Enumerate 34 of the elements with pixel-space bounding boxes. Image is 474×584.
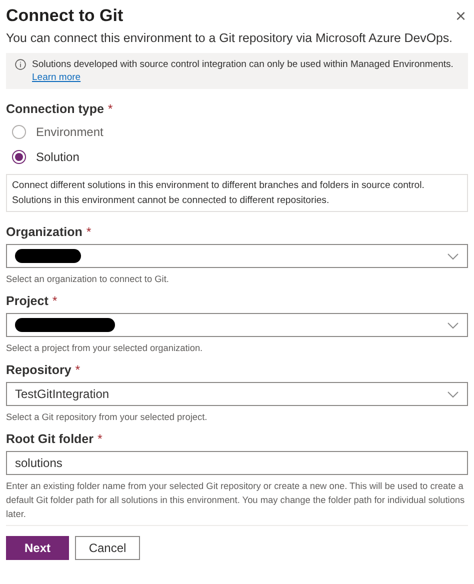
field-label: Project <box>6 293 48 309</box>
dialog-subtitle: You can connect this environment to a Git repository via Microsoft Azure DevOps. <box>6 30 454 47</box>
info-icon <box>15 59 26 70</box>
description-text: Connect different solutions in this environment to different branches and folders in source control. Solutions in this environment cannot be connected to different repositories. <box>12 179 426 208</box>
required-asterisk: * <box>108 101 113 117</box>
field-label: Organization <box>6 224 82 240</box>
field-hint: Select a project from your selected organization. <box>6 342 204 355</box>
learn-more-link[interactable]: Learn more <box>32 72 81 83</box>
radio-label: Environment <box>36 124 104 140</box>
field-hint: Select an organization to connect to Git. <box>6 273 170 286</box>
field-label: Connection type <box>6 101 104 117</box>
required-asterisk: * <box>98 431 102 447</box>
dropdown[interactable]: TestGitIntegration <box>6 382 468 406</box>
radio-label: Solution <box>36 149 80 165</box>
field-label: Root Git folder <box>6 431 94 447</box>
dialog-title: Connect to Git <box>6 5 124 27</box>
cancel-button[interactable]: Cancel <box>75 536 140 560</box>
close-button[interactable]: × <box>455 7 466 25</box>
field-hint: Enter an existing folder name from your selected Git repository or create a new one. This will be used to create a default Git folder path for all solutions in this environment. You may change the folder path for individual solutions later. <box>6 480 466 521</box>
next-button[interactable]: Next <box>6 536 69 560</box>
field-hint: Select a Git repository from your selected project. <box>6 411 208 424</box>
required-asterisk: * <box>52 293 58 309</box>
field-label: Repository <box>6 362 72 378</box>
chevron-down-icon <box>447 252 459 260</box>
chevron-down-icon <box>447 322 459 328</box>
chevron-down-icon <box>447 390 459 398</box>
dropdown[interactable] <box>6 244 468 268</box>
info-message: Solutions developed with source control integration can only be used within Managed Environments. Learn more <box>32 58 454 84</box>
dropdown[interactable] <box>6 313 468 337</box>
input-field[interactable]: solutions <box>6 451 468 475</box>
radio-button[interactable] <box>12 150 26 164</box>
radio-button[interactable] <box>12 125 26 139</box>
required-asterisk: * <box>86 224 92 240</box>
required-asterisk: * <box>75 362 80 378</box>
